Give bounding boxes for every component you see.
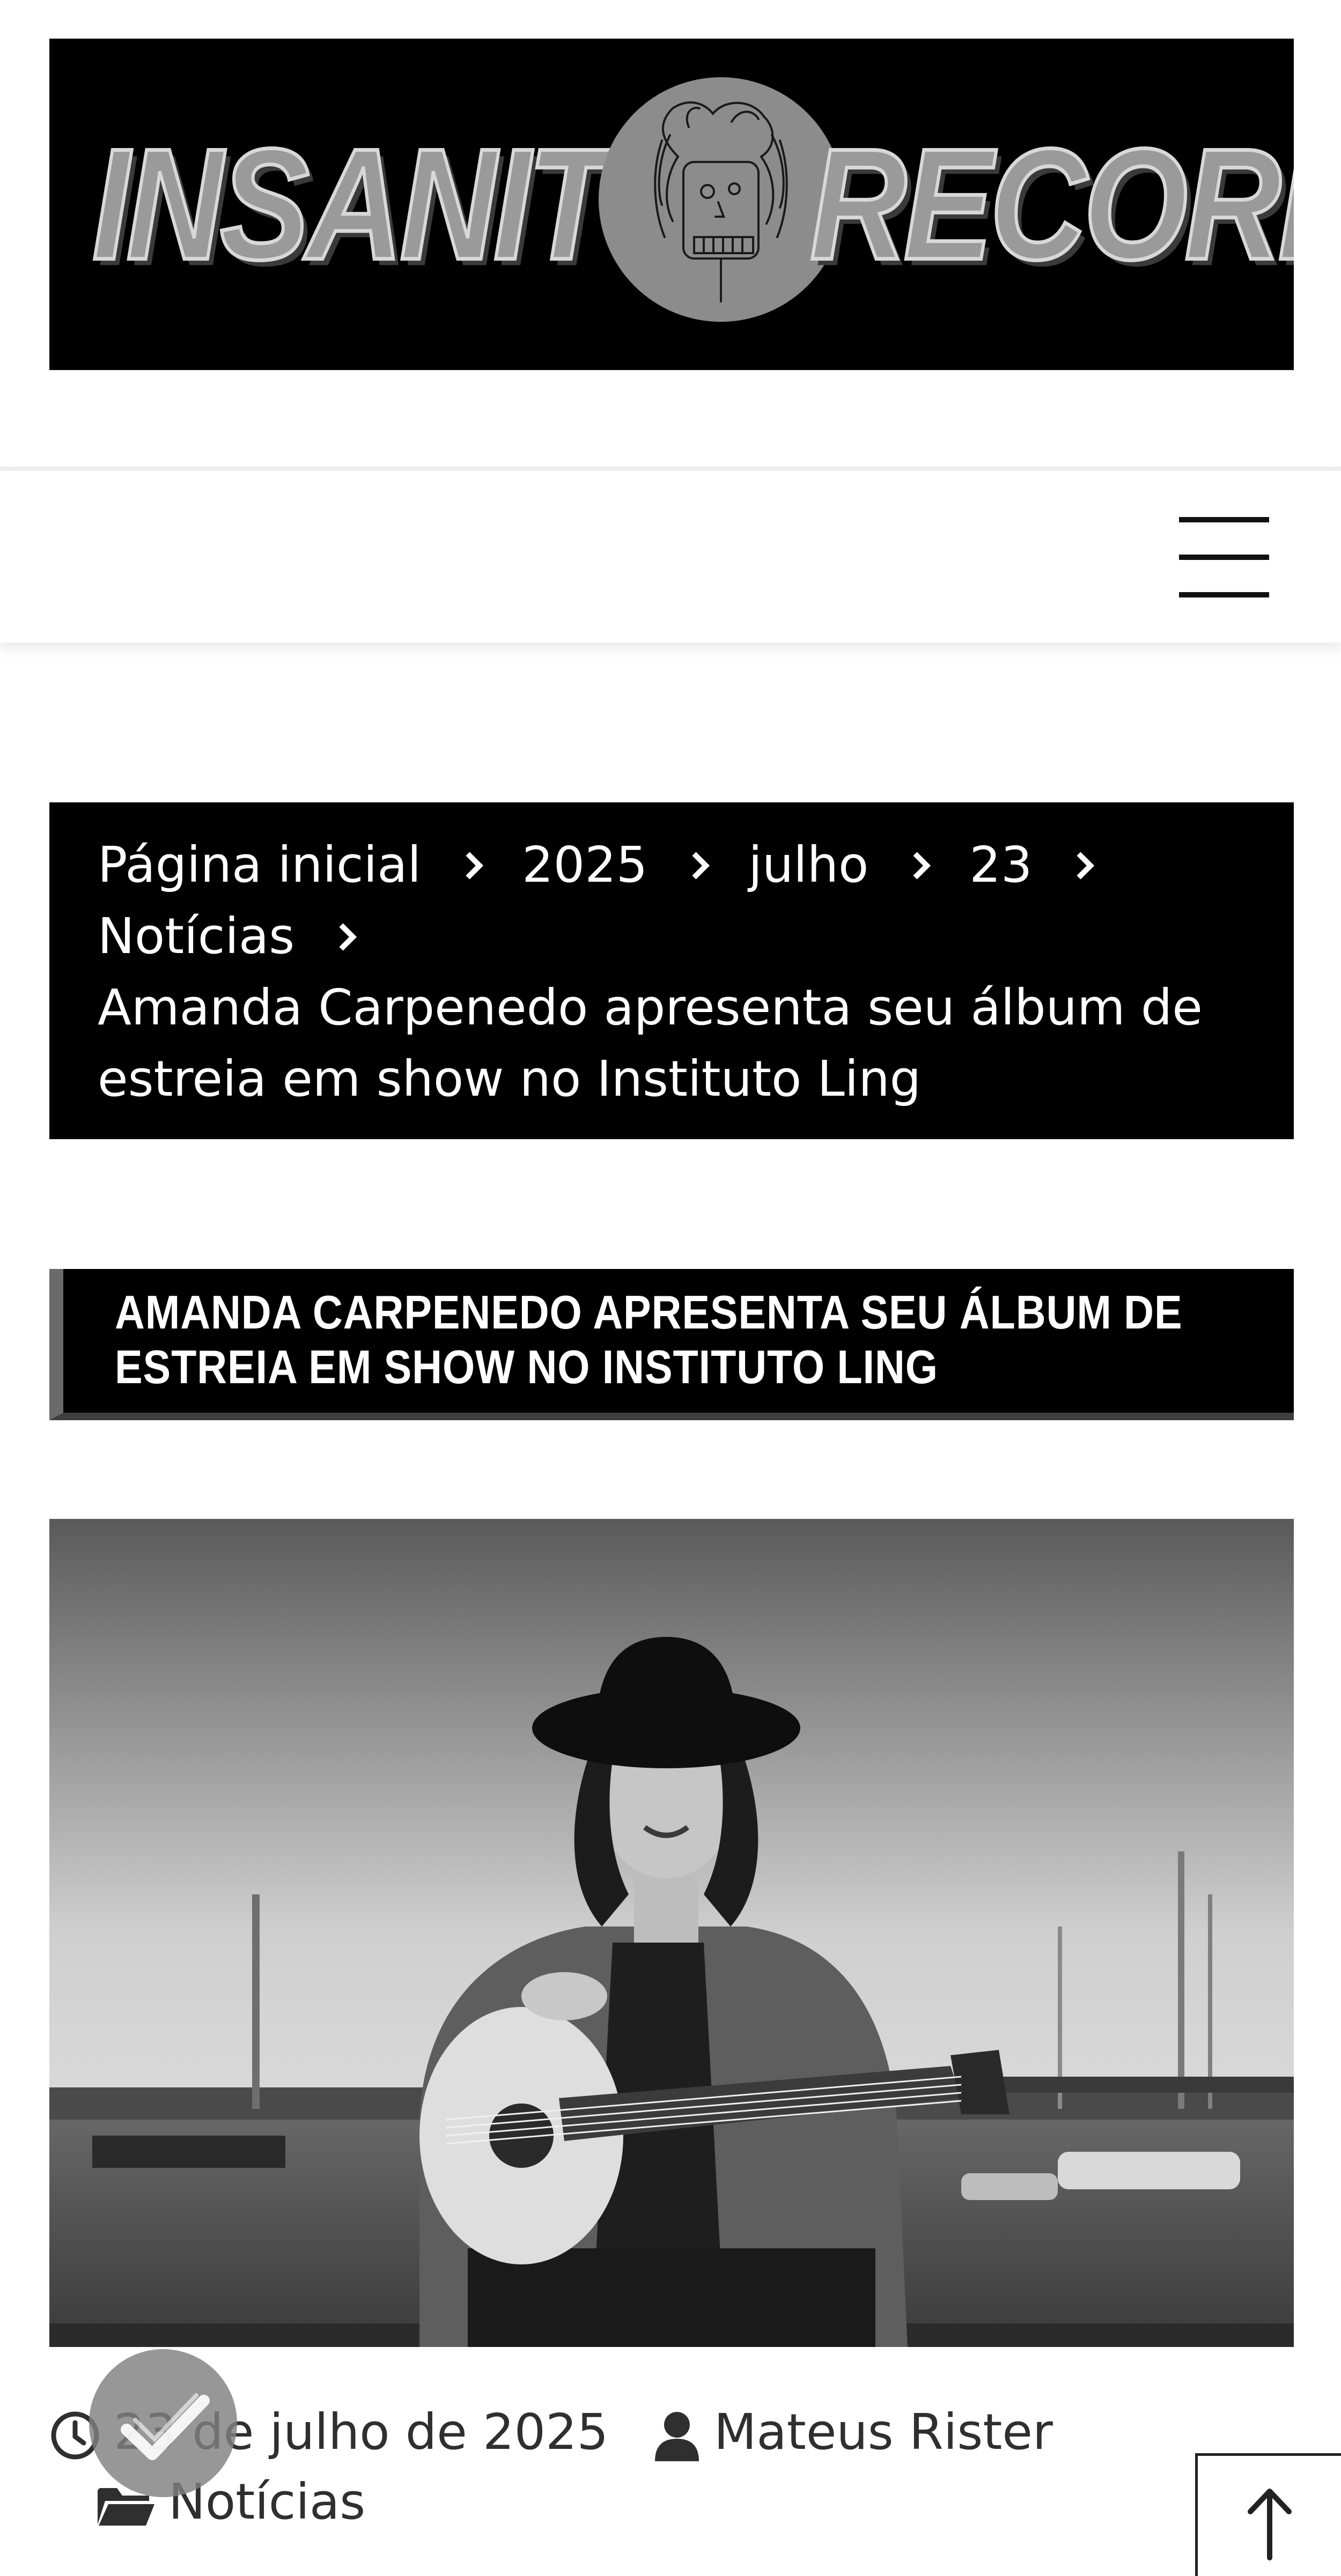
chevron-right-icon — [461, 829, 488, 901]
skull-face-emblem-icon — [599, 77, 843, 322]
breadcrumb-year-link[interactable]: 2025 — [522, 836, 647, 894]
post-meta-row-categories: Notícias — [95, 2467, 1222, 2537]
breadcrumb-category-link[interactable]: Notícias — [98, 907, 294, 965]
post-title: AMANDA CARPENEDO APRESENTA SEU ÁLBUM DE … — [115, 1286, 1183, 1393]
post-author[interactable]: Mateus Rister — [653, 2397, 1053, 2467]
hamburger-menu-icon[interactable] — [1179, 517, 1269, 597]
arrow-up-icon — [1248, 2489, 1292, 2560]
site-logo-banner[interactable]: INSANITY RECORDS — [49, 39, 1294, 370]
menu-bar-line — [1179, 592, 1269, 597]
checkmark-icon — [121, 2393, 210, 2460]
back-to-top-button[interactable] — [1195, 2453, 1341, 2576]
user-icon — [655, 2411, 699, 2461]
breadcrumb-home-link[interactable]: Página inicial — [98, 836, 421, 894]
featured-photo — [49, 1519, 1294, 2347]
breadcrumb-current-page: Amanda Carpenedo apresenta seu álbum de … — [98, 979, 1203, 1108]
post-author-name: Mateus Rister — [714, 2403, 1053, 2461]
breadcrumb-month-link[interactable]: julho — [748, 836, 868, 894]
chevron-right-icon — [1072, 829, 1099, 901]
menu-bar-line — [1179, 555, 1269, 560]
post-title-bar: AMANDA CARPENEDO APRESENTA SEU ÁLBUM DE … — [49, 1269, 1294, 1420]
breadcrumb-day-link[interactable]: 23 — [969, 836, 1032, 894]
checkmark-badge-button[interactable] — [89, 2349, 237, 2497]
chevron-right-icon — [908, 829, 935, 901]
chevron-right-icon — [334, 901, 361, 972]
logo-word-records: RECORDS — [808, 114, 1294, 294]
featured-photo-illustration — [49, 1519, 1294, 2347]
main-navigation-bar — [0, 467, 1341, 643]
breadcrumb: Página inicial 2025 julho 23 Notícias Amanda … — [49, 802, 1294, 1139]
chevron-right-icon — [687, 829, 714, 901]
menu-bar-line — [1179, 517, 1269, 522]
